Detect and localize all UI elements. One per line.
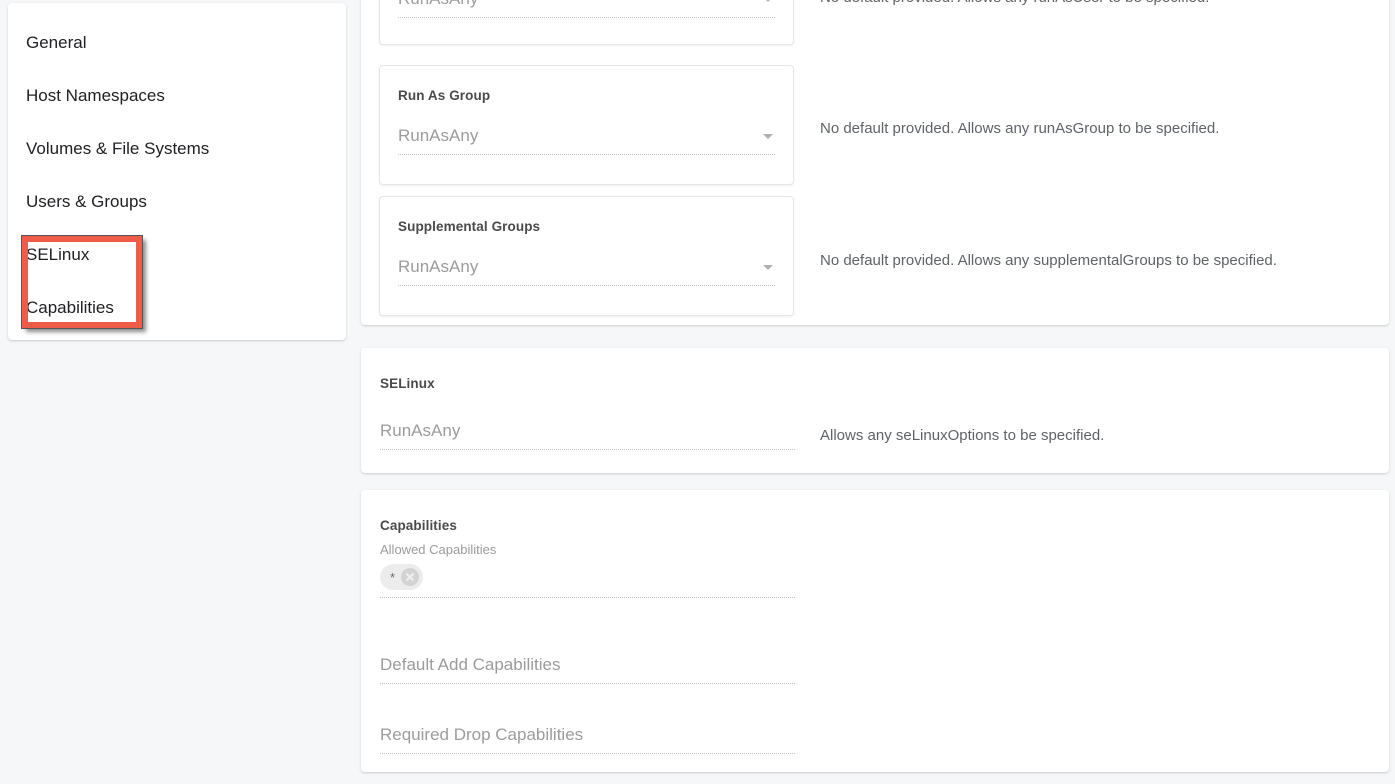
run-as-user-select[interactable]: RunAsAny	[398, 0, 775, 18]
sidebar-item-general[interactable]: General	[8, 31, 346, 84]
capabilities-title: Capabilities	[380, 518, 457, 533]
selinux-card: SELinux RunAsAny Allows any seLinuxOptio…	[361, 348, 1389, 473]
sidebar-item-label: Volumes & File Systems	[26, 139, 210, 158]
chevron-down-icon	[763, 134, 773, 139]
required-drop-capabilities-placeholder: Required Drop Capabilities	[380, 725, 584, 744]
supplemental-groups-description: No default provided. Allows any suppleme…	[820, 252, 1277, 269]
chevron-down-icon	[763, 265, 773, 270]
capability-chip[interactable]: *	[380, 564, 424, 590]
run-as-user-value: RunAsAny	[398, 0, 775, 14]
section-nav-list: General Host Namespaces Volumes & File S…	[8, 3, 346, 349]
supplemental-groups-title: Supplemental Groups	[398, 219, 541, 234]
selinux-title: SELinux	[380, 376, 435, 391]
sidebar-item-host-namespaces[interactable]: Host Namespaces	[8, 84, 346, 137]
run-as-user-description: No default provided. Allows any runAsUse…	[820, 0, 1209, 8]
security-context-constraints-page: General Host Namespaces Volumes & File S…	[0, 0, 1395, 784]
sidebar-item-label: SELinux	[26, 245, 90, 264]
capability-chip-label: *	[390, 569, 396, 585]
run-as-group-title: Run As Group	[398, 88, 491, 103]
run-as-group-description: No default provided. Allows any runAsGro…	[820, 120, 1220, 137]
required-drop-capabilities-select[interactable]: Required Drop Capabilities	[380, 720, 795, 754]
close-icon[interactable]	[401, 568, 420, 586]
sidebar-item-label: Users & Groups	[26, 192, 147, 211]
supplemental-groups-subcard: Supplemental Groups RunAsAny	[379, 196, 794, 316]
sidebar-item-label: Host Namespaces	[26, 86, 165, 105]
capabilities-card: Capabilities Allowed Capabilities * Defa…	[361, 490, 1389, 772]
sidebar-item-volumes-file-systems[interactable]: Volumes & File Systems	[8, 137, 346, 190]
selinux-description: Allows any seLinuxOptions to be specifie…	[820, 427, 1105, 444]
sidebar-item-users-groups[interactable]: Users & Groups	[8, 190, 346, 243]
default-add-capabilities-select[interactable]: Default Add Capabilities	[380, 650, 795, 684]
chevron-down-icon	[763, 0, 773, 2]
default-add-capabilities-placeholder: Default Add Capabilities	[380, 655, 561, 674]
run-as-user-subcard: RunAsAny	[379, 0, 794, 45]
supplemental-groups-value: RunAsAny	[398, 257, 479, 276]
run-as-group-subcard: Run As Group RunAsAny	[379, 65, 794, 185]
sidebar-item-selinux[interactable]: SELinux	[8, 243, 346, 296]
allowed-capabilities-select[interactable]: *	[380, 562, 795, 598]
run-as-group-select[interactable]: RunAsAny	[398, 121, 775, 155]
section-nav-card: General Host Namespaces Volumes & File S…	[8, 3, 346, 340]
users-groups-card: RunAsAny No default provided. Allows any…	[361, 0, 1389, 325]
selinux-select[interactable]: RunAsAny	[380, 416, 795, 450]
selinux-value: RunAsAny	[380, 421, 461, 440]
sidebar-item-capabilities[interactable]: Capabilities	[8, 296, 346, 349]
sidebar-item-label: General	[26, 33, 87, 52]
run-as-group-value: RunAsAny	[398, 126, 479, 145]
sidebar-item-label: Capabilities	[26, 298, 114, 317]
supplemental-groups-select[interactable]: RunAsAny	[398, 252, 775, 286]
allowed-capabilities-label: Allowed Capabilities	[380, 542, 497, 557]
